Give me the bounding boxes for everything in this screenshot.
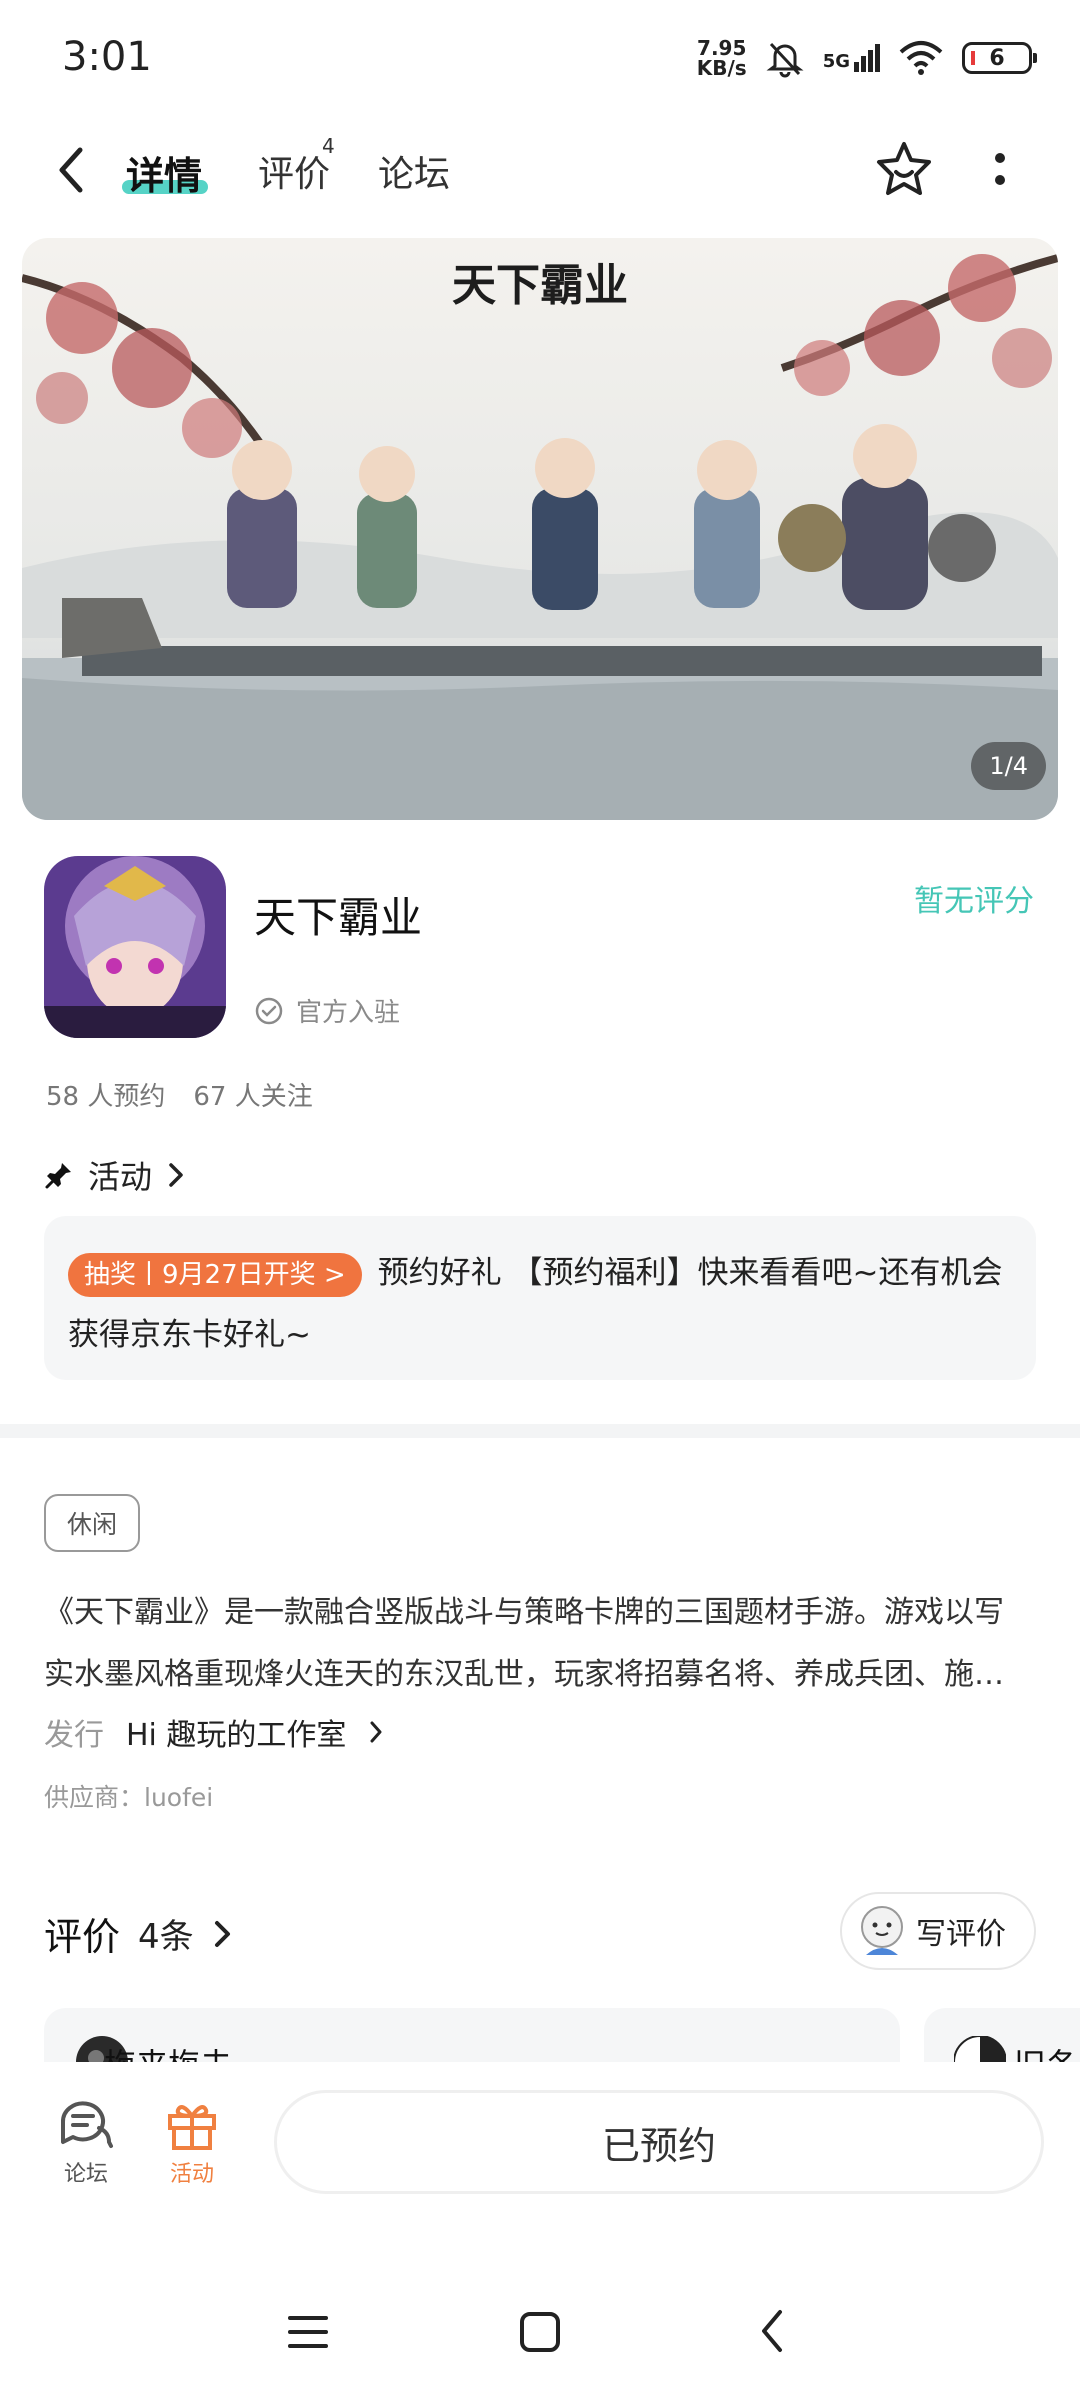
- wifi-icon: [899, 41, 943, 75]
- home-button[interactable]: [518, 2310, 562, 2354]
- supplier-info: 供应商：luofei: [44, 1783, 214, 1812]
- reviews-title: 评价: [44, 1915, 121, 1959]
- reservation-count: 58 人预约: [46, 1082, 166, 1112]
- reserved-button[interactable]: 已预约: [274, 2090, 1044, 2194]
- description-line-2: 实水墨风格重现烽火连天的东汉乱世，玩家将招募名将、养成兵团、施…: [44, 1657, 1004, 1692]
- description-line-1: 《天下霸业》是一款融合竖版战斗与策略卡牌的三国题材手游。游戏以写: [44, 1595, 1004, 1630]
- net-speed-value: 7.95: [697, 36, 747, 60]
- tab-reviews-badge: 4: [322, 134, 335, 158]
- back-button[interactable]: [50, 140, 94, 200]
- activity-content: 抽奖丨9月27日开奖 > 预约好礼 【预约福利】快来看看吧~还有机会获得京东卡好礼…: [68, 1242, 1012, 1366]
- app-stats: 58 人预约 67 人关注: [46, 1076, 313, 1113]
- more-options-button[interactable]: [988, 148, 1012, 192]
- favorite-star-button[interactable]: [872, 138, 936, 202]
- reviews-header[interactable]: 评价 4条: [44, 1906, 234, 1961]
- network-type: 5G: [822, 51, 850, 72]
- recent-apps-button[interactable]: [286, 2312, 330, 2352]
- verified-check-icon: [255, 997, 283, 1024]
- forum-chat-icon: [60, 2101, 113, 2148]
- genre-tag[interactable]: 休闲: [44, 1494, 140, 1552]
- activity-title: 活动: [88, 1158, 153, 1196]
- battery-level: 6: [989, 45, 1005, 71]
- app-name: 天下霸业: [254, 893, 423, 942]
- user-avatar-icon: [861, 1906, 903, 1955]
- chevron-right-icon: [370, 1721, 382, 1743]
- publisher-name: Hi 趣玩的工作室: [126, 1718, 347, 1753]
- lottery-tag: 抽奖丨9月27日开奖 >: [68, 1252, 362, 1297]
- chevron-right-icon: [169, 1163, 183, 1187]
- bottom-forum-label: 论坛: [63, 2162, 108, 2187]
- game-description[interactable]: 《天下霸业》是一款融合竖版战斗与策略卡牌的三国题材手游。游戏以写 实水墨风格重现…: [44, 1582, 1034, 1706]
- bottom-forum-button[interactable]: 论坛: [46, 2098, 126, 2188]
- battery-icon: 6: [962, 42, 1037, 74]
- banner-carousel[interactable]: 天下霸业 1/4: [22, 238, 1058, 820]
- activity-card[interactable]: 抽奖丨9月27日开奖 > 预约好礼 【预约福利】快来看看吧~还有机会获得京东卡好礼…: [44, 1216, 1036, 1380]
- activity-header[interactable]: 活动: [44, 1152, 186, 1198]
- reviews-count: 4条: [138, 1917, 194, 1957]
- tab-details[interactable]: 详情: [126, 145, 202, 200]
- official-badge: 官方入驻: [254, 992, 400, 1029]
- section-divider: [0, 1424, 1080, 1438]
- bottom-activity-button[interactable]: 活动: [152, 2098, 232, 2188]
- status-icons: 7.95 KB/s 5G 6: [697, 38, 1037, 78]
- gift-icon: [168, 2105, 216, 2150]
- tab-forum[interactable]: 论坛: [378, 145, 450, 197]
- banner-logo-text: 天下霸业: [452, 260, 628, 311]
- official-label: 官方入驻: [296, 998, 401, 1028]
- status-time: 3:01: [62, 34, 152, 80]
- rating-status: 暂无评分: [914, 884, 1034, 919]
- system-back-button[interactable]: [756, 2306, 788, 2356]
- write-review-button[interactable]: 写评价: [840, 1892, 1036, 1970]
- tab-details-label: 详情: [126, 154, 203, 198]
- chevron-right-icon: [214, 1920, 230, 1947]
- signal-icon: 5G: [823, 44, 880, 72]
- write-review-label: 写评价: [916, 1917, 1006, 1952]
- follower-count: 67 人关注: [193, 1082, 313, 1112]
- pin-icon: [45, 1163, 71, 1189]
- net-speed-unit: KB/s: [696, 56, 747, 80]
- publisher-row[interactable]: 发行 Hi 趣玩的工作室: [44, 1710, 384, 1754]
- app-icon: [44, 856, 226, 1038]
- publisher-label: 发行: [44, 1718, 104, 1753]
- tab-reviews[interactable]: 评价: [258, 145, 330, 197]
- banner-page-counter: 1/4: [971, 742, 1046, 790]
- mute-bell-icon: [766, 42, 804, 78]
- net-speed: 7.95 KB/s: [697, 38, 747, 78]
- banner-image: 天下霸业: [22, 238, 1058, 820]
- bottom-activity-label: 活动: [169, 2162, 214, 2187]
